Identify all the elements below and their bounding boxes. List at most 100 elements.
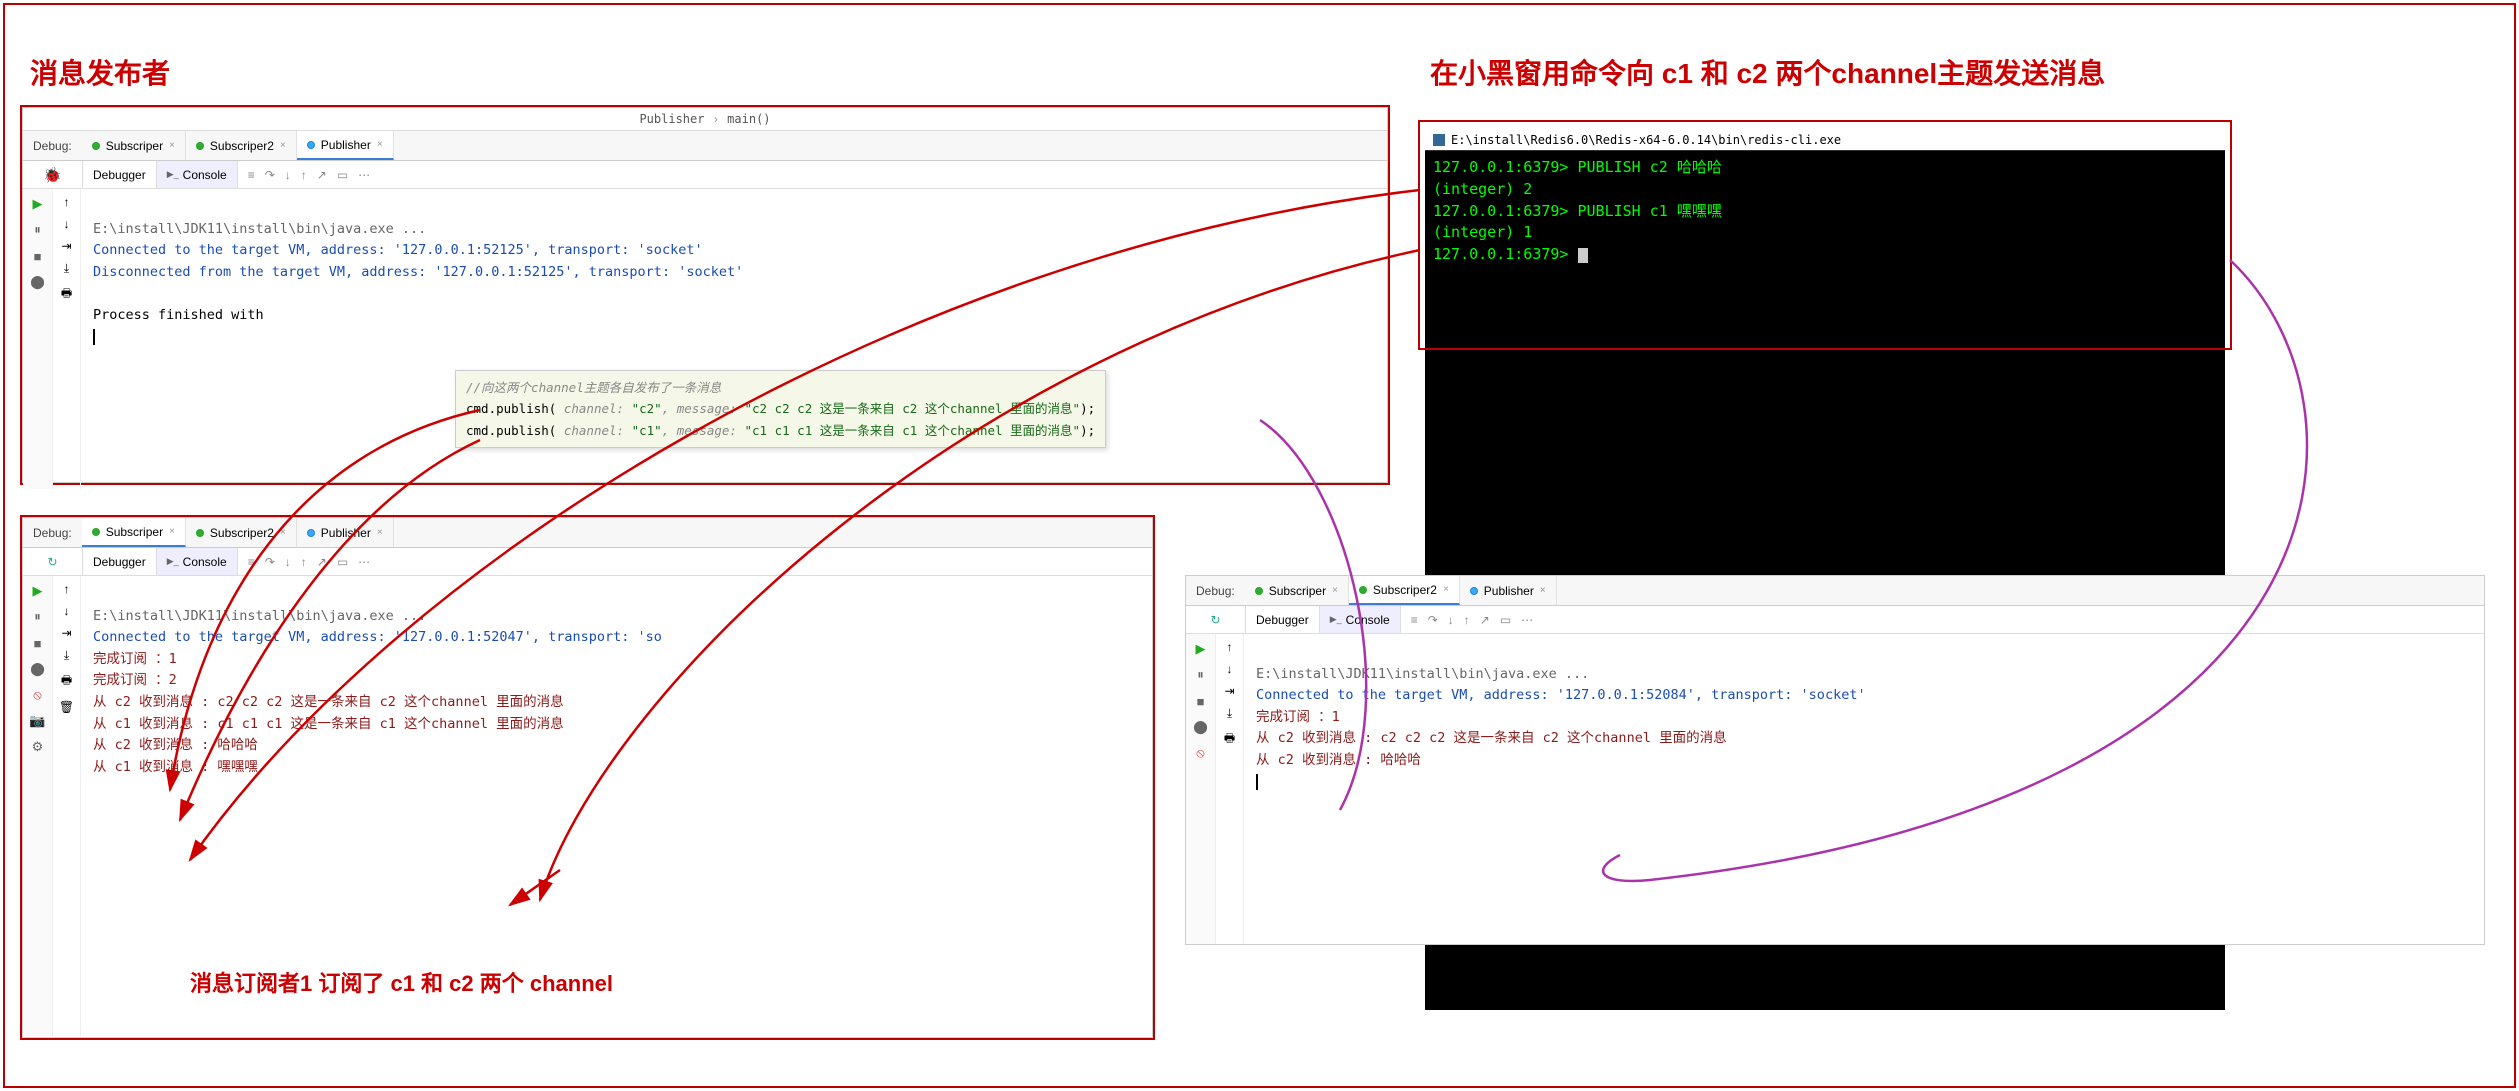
close-icon[interactable]: × [280, 527, 286, 538]
body-row: ▶ ⏸ ■ ⬤ ⦸ ↑ ↓ ⇥ ⤓ 🖶 E:\install\JDK11\ins… [1186, 634, 2484, 944]
console-line: 从 c1 收到消息 : 嘿嘿嘿 [93, 759, 258, 775]
more-icon[interactable]: ⋯ [358, 555, 370, 569]
rerun-icon[interactable]: ↻ [47, 555, 57, 569]
console-line: E:\install\JDK11\install\bin\java.exe ..… [1256, 666, 1589, 682]
close-icon[interactable]: × [169, 140, 175, 151]
force-step-icon[interactable]: ↓ [285, 168, 291, 182]
toolbar-row: ↻ Debugger ▶_Console ≡ ↷ ↓ ↑ ↗ ▭ ⋯ [1186, 606, 2484, 634]
step-out-icon[interactable]: ↑ [301, 555, 307, 569]
subtab-console[interactable]: ▶_Console [157, 548, 238, 575]
wrap-icon[interactable]: ⇥ [61, 626, 71, 640]
more-icon[interactable]: ⋯ [1521, 613, 1533, 627]
run-to-cursor-icon[interactable]: ↗ [317, 168, 327, 182]
stop-icon[interactable]: ■ [29, 634, 47, 652]
step-over-icon[interactable]: ≡ [248, 168, 255, 182]
tab-subscriper2[interactable]: Subscriper2 × [186, 131, 297, 160]
close-icon[interactable]: × [377, 139, 383, 150]
down-icon[interactable]: ↓ [64, 604, 70, 618]
evaluate-icon[interactable]: ▭ [337, 168, 348, 182]
run-to-cursor-icon[interactable]: ↗ [317, 555, 327, 569]
wrap-icon[interactable]: ⇥ [1224, 684, 1234, 698]
console-line: 从 c2 收到消息 : 哈哈哈 [93, 737, 258, 753]
scroll-icon[interactable]: ⤓ [1227, 706, 1232, 721]
step-out-icon[interactable]: ↑ [301, 168, 307, 182]
resume-icon[interactable]: ▶ [1192, 640, 1210, 658]
down-icon[interactable]: ↓ [1227, 662, 1233, 676]
tab-subscriper[interactable]: Subscriper× [1245, 576, 1349, 605]
more-icon[interactable]: ⋯ [358, 168, 370, 182]
tab-label: Subscriper2 [210, 139, 274, 153]
tab-publisher[interactable]: Publisher× [297, 518, 394, 547]
close-icon[interactable]: × [1332, 585, 1338, 596]
close-icon[interactable]: × [1540, 585, 1546, 596]
tab-publisher[interactable]: Publisher× [1460, 576, 1557, 605]
gutter-right: ↑ ↓ ⇥ ⤓ 🖶 [53, 189, 81, 489]
scroll-icon[interactable]: ⤓ [64, 648, 69, 663]
up-icon[interactable]: ↑ [64, 582, 70, 596]
scroll-icon[interactable]: ⤓ [64, 261, 69, 276]
tab-subscriper2[interactable]: Subscriper2× [186, 518, 297, 547]
mute-icon[interactable]: ⦸ [1192, 744, 1210, 762]
bug-icon-cell: 🐞 [23, 161, 83, 188]
step-into-icon[interactable]: ↷ [265, 555, 275, 569]
subtab-console[interactable]: ▶_Console [1320, 606, 1401, 633]
step-out-icon[interactable]: ↑ [1464, 613, 1470, 627]
evaluate-icon[interactable]: ▭ [337, 555, 348, 569]
pause-icon[interactable]: ⏸ [29, 608, 47, 626]
print-icon[interactable]: 🖶 [1224, 729, 1235, 750]
sub2-panel: Debug: Subscriper× Subscriper2× Publishe… [1185, 575, 2485, 945]
console-line: 完成订阅 ：1 [1256, 709, 1340, 725]
stop-icon[interactable]: ■ [1192, 692, 1210, 710]
stop-icon[interactable]: ■ [29, 247, 47, 265]
close-icon[interactable]: × [280, 140, 286, 151]
tab-subscriper[interactable]: Subscriper× [82, 131, 186, 160]
tooltip-text: , message: [662, 401, 745, 416]
step-over-icon[interactable]: ≡ [248, 555, 255, 569]
circle-icon[interactable]: ⬤ [29, 273, 47, 291]
tab-subscriper[interactable]: Subscriper× [82, 518, 186, 547]
subtab-debugger[interactable]: Debugger [1246, 606, 1320, 633]
close-icon[interactable]: × [169, 526, 175, 537]
run-dot-icon [196, 529, 204, 537]
tab-subscriper2[interactable]: Subscriper2× [1349, 576, 1460, 605]
subtab-console[interactable]: ▶_Console [157, 161, 238, 188]
wrap-icon[interactable]: ⇥ [61, 239, 71, 253]
close-icon[interactable]: × [377, 527, 383, 538]
step-into-icon[interactable]: ↷ [265, 168, 275, 182]
console-line: Process finished with [93, 307, 264, 323]
subtabs: Debugger ▶_Console [1246, 606, 1401, 633]
evaluate-icon[interactable]: ▭ [1500, 613, 1511, 627]
circle-icon[interactable]: ⬤ [1192, 718, 1210, 736]
print-icon[interactable]: 🖶 [61, 671, 72, 692]
down-icon[interactable]: ↓ [64, 217, 70, 231]
run-dot-icon [1255, 587, 1263, 595]
tab-publisher[interactable]: Publisher × [297, 131, 394, 160]
subtab-debugger[interactable]: Debugger [83, 161, 157, 188]
rerun-icon[interactable]: ↻ [1210, 613, 1220, 627]
mute-icon[interactable]: ⦸ [29, 686, 47, 704]
resume-icon[interactable]: ▶ [29, 195, 47, 213]
tab-label: Publisher [321, 138, 371, 152]
circle-icon[interactable]: ⬤ [29, 660, 47, 678]
step-into2-icon[interactable]: ↓ [285, 555, 291, 569]
step-over-icon[interactable]: ≡ [1411, 613, 1418, 627]
bug-icon[interactable]: 🐞 [43, 166, 62, 184]
tooltip-text: ); [1080, 401, 1095, 416]
up-icon[interactable]: ↑ [1227, 640, 1233, 654]
subtab-debugger[interactable]: Debugger [83, 548, 157, 575]
console-line: E:\install\JDK11\install\bin\java.exe ..… [93, 608, 426, 624]
step-into-icon[interactable]: ↷ [1428, 613, 1438, 627]
debug-toolbar: ≡ ↷ ↓ ↑ ↗ ▭ ⋯ [238, 161, 380, 188]
sub2-console[interactable]: E:\install\JDK11\install\bin\java.exe ..… [1244, 634, 2484, 944]
pause-icon[interactable]: ⏸ [1192, 666, 1210, 684]
close-icon[interactable]: × [1443, 584, 1449, 595]
resume-icon[interactable]: ▶ [29, 582, 47, 600]
step-into2-icon[interactable]: ↓ [1448, 613, 1454, 627]
print-icon[interactable]: 🖶 [61, 284, 72, 305]
pause-icon[interactable]: ⏸ [29, 221, 47, 239]
trash-icon[interactable]: 🗑 [59, 700, 74, 714]
camera-icon[interactable]: 📷 [29, 712, 47, 730]
up-icon[interactable]: ↑ [64, 195, 70, 209]
settings-icon[interactable]: ⚙ [29, 738, 47, 756]
run-to-cursor-icon[interactable]: ↗ [1480, 613, 1490, 627]
